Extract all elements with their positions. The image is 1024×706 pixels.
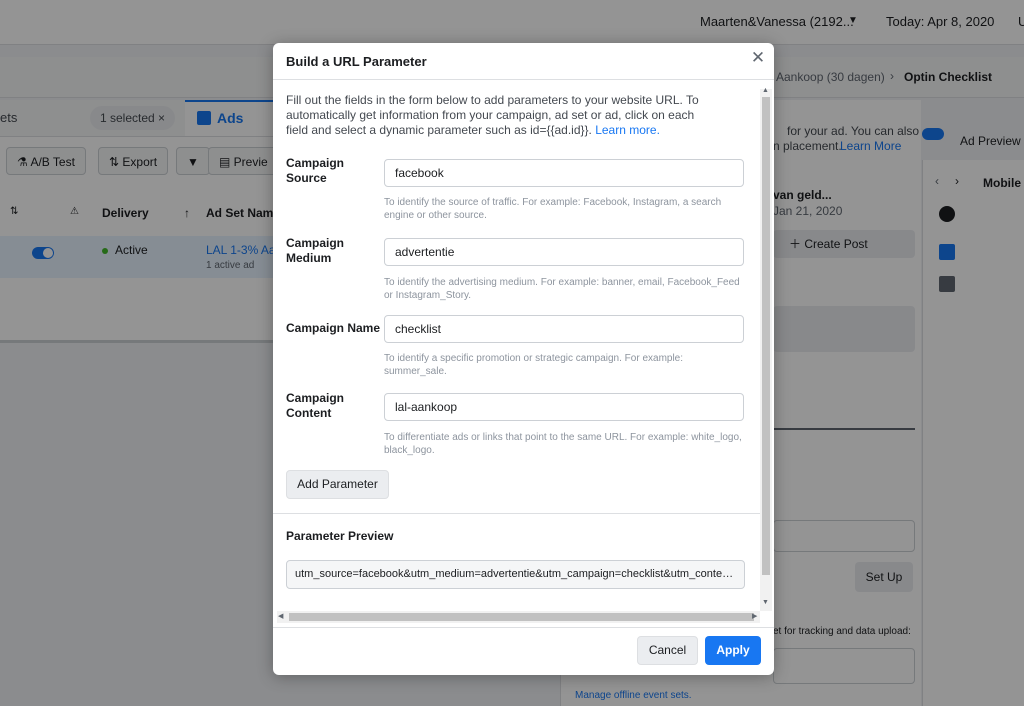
divider — [273, 79, 774, 80]
parameter-preview-field[interactable]: utm_source=facebook&utm_medium=advertent… — [286, 560, 745, 589]
scroll-right-icon[interactable]: ▶ — [752, 612, 757, 620]
campaign-source-help: To identify the source of traffic. For e… — [384, 197, 722, 221]
campaign-medium-label: Campaign Medium — [286, 236, 345, 265]
close-icon[interactable]: ✕ — [749, 49, 767, 67]
scroll-left-icon[interactable]: ◀ — [278, 612, 283, 620]
parameter-preview-label: Parameter Preview — [286, 529, 394, 543]
campaign-source-label: Campaign Source — [286, 156, 345, 185]
divider — [273, 513, 763, 514]
campaign-content-input[interactable] — [384, 393, 744, 421]
campaign-content-help: To differentiate ads or links that point… — [384, 432, 742, 456]
campaign-name-help: To identify a specific promotion or stra… — [384, 353, 684, 377]
campaign-name-input[interactable] — [384, 315, 744, 343]
scroll-up-icon[interactable]: ▲ — [762, 87, 769, 94]
apply-button[interactable]: Apply — [705, 636, 761, 665]
dialog-intro: Fill out the fields in the form below to… — [286, 93, 716, 138]
campaign-content-label: Campaign Content — [286, 391, 345, 420]
vertical-scrollbar[interactable]: ▲ ▼ — [760, 87, 772, 611]
scrollbar-thumb[interactable] — [289, 613, 754, 621]
campaign-medium-input[interactable] — [384, 238, 744, 266]
scroll-down-icon[interactable]: ▼ — [762, 599, 769, 606]
campaign-source-input[interactable] — [384, 159, 744, 187]
scrollbar-thumb[interactable] — [762, 97, 770, 575]
cancel-button[interactable]: Cancel — [637, 636, 698, 665]
add-parameter-button[interactable]: Add Parameter — [286, 470, 389, 499]
campaign-medium-help: To identify the advertising medium. For … — [384, 277, 740, 301]
url-parameter-dialog: Build a URL Parameter ✕ Fill out the fie… — [273, 43, 774, 675]
horizontal-scrollbar[interactable]: ◀ ▶ — [277, 611, 760, 623]
campaign-name-label: Campaign Name — [286, 321, 381, 335]
dialog-title: Build a URL Parameter — [286, 54, 427, 69]
learn-more-link[interactable]: Learn more. — [595, 123, 660, 137]
divider — [273, 627, 774, 628]
